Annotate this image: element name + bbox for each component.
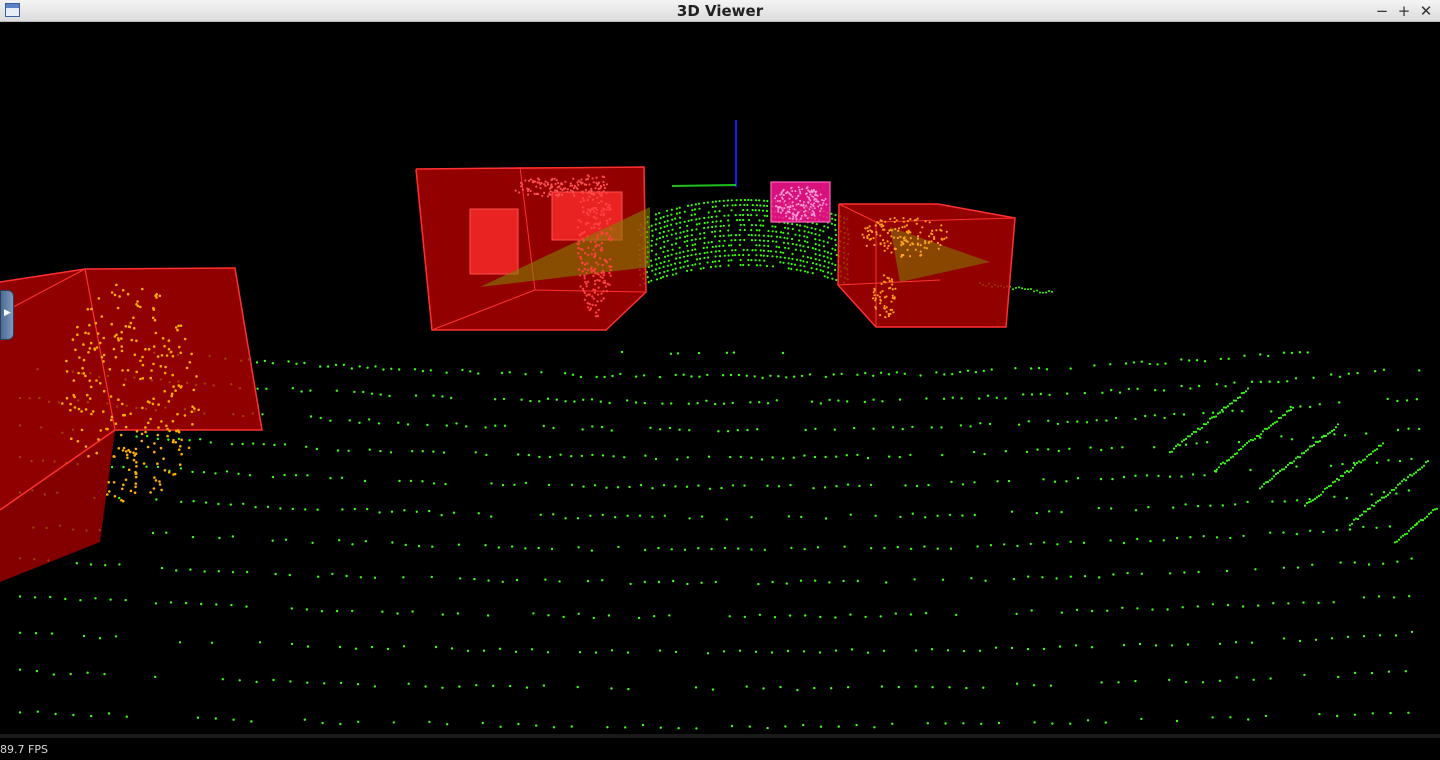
- coordinate-axes: [671, 120, 737, 187]
- bounding-box-left[interactable]: [0, 267, 263, 582]
- window-title: 3D Viewer: [676, 2, 764, 20]
- point-cloud-scene: [0, 120, 1439, 730]
- bounding-box-center-left[interactable]: [415, 166, 650, 331]
- title-bar: 3D Viewer − + ✕: [0, 0, 1440, 22]
- bounding-box-target-vehicle[interactable]: [770, 181, 831, 223]
- x-axis: [671, 184, 737, 187]
- fps-counter: 89.7 FPS: [0, 743, 48, 756]
- close-button[interactable]: ✕: [1416, 1, 1436, 21]
- maximize-button[interactable]: +: [1394, 1, 1414, 21]
- side-panel-toggle[interactable]: ▶: [0, 290, 14, 340]
- bounding-box-center-right[interactable]: [837, 203, 1016, 328]
- minimize-button[interactable]: −: [1372, 1, 1392, 21]
- expand-right-arrow-icon: ▶: [4, 308, 11, 318]
- bottom-strip: [0, 734, 1440, 738]
- 3d-viewport[interactable]: ▶ 89.7 FPS: [0, 22, 1440, 760]
